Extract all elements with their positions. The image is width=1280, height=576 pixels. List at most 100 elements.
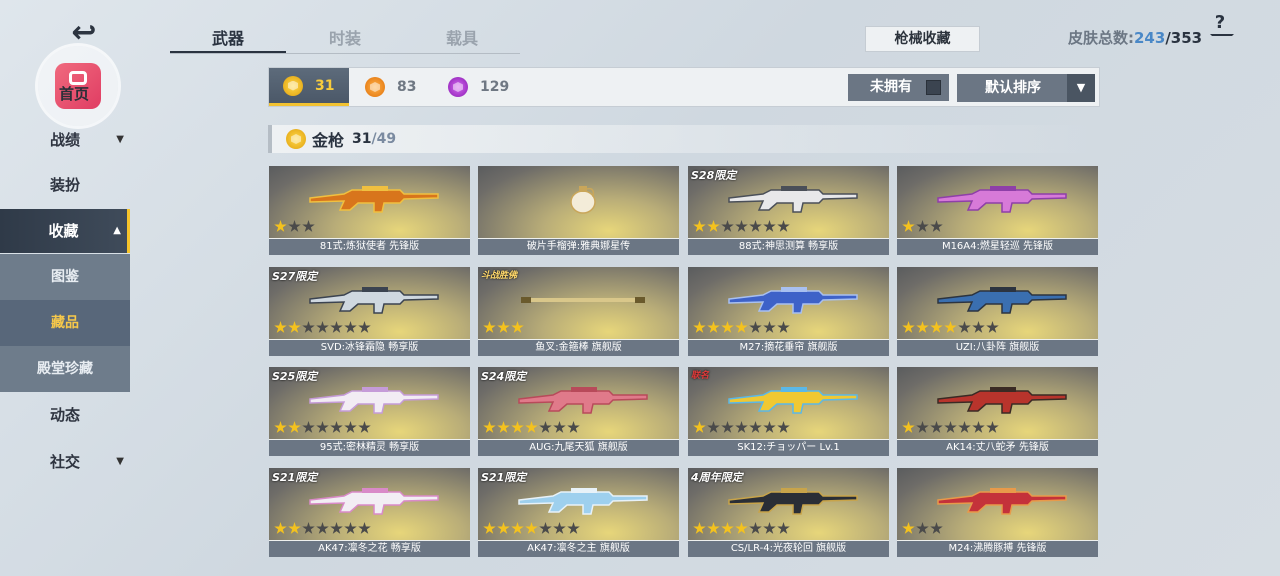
star-rating: [693, 321, 790, 335]
star-icon: [749, 321, 762, 333]
dropdown-arrow-icon[interactable]: ▼: [1067, 74, 1095, 102]
star-icon: [707, 421, 720, 433]
sidebar-item-label: 动态: [49, 406, 80, 424]
weapon-card[interactable]: 斗战胜佛 鱼叉:金箍棒 旗舰版: [478, 267, 679, 356]
weapon-name: AK14:丈八蛇矛 先锋版: [897, 440, 1098, 456]
weapon-name: M27:摘花垂帘 旗舰版: [688, 340, 889, 356]
star-icon: [735, 220, 748, 232]
checkbox[interactable]: [926, 80, 941, 95]
star-icon: [511, 321, 524, 333]
star-icon: [693, 321, 706, 333]
weapon-name: SK12:チョッパー Lv.1: [688, 440, 889, 456]
weapon-icon: [309, 287, 439, 314]
filter-purple[interactable]: 129: [434, 68, 524, 106]
star-icon: [511, 522, 524, 534]
help-icon[interactable]: ?: [1208, 12, 1232, 44]
star-icon: [944, 421, 957, 433]
weapon-card[interactable]: 破片手榴弹:雅典娜星传: [478, 166, 679, 255]
back-icon[interactable]: ↩: [60, 16, 108, 50]
weapon-card[interactable]: S27限定 SVD:冰锋霜隐 畅享版: [269, 267, 470, 356]
gun-collection-button[interactable]: 枪械收藏: [865, 26, 980, 52]
weapon-card[interactable]: S25限定 95式:密林精灵 畅享版: [269, 367, 470, 456]
chevron-up-icon: ▲: [113, 225, 121, 236]
star-icon: [344, 421, 357, 433]
tab-weapons[interactable]: 武器: [170, 24, 286, 54]
star-icon: [763, 522, 776, 534]
star-icon: [763, 421, 776, 433]
tab-vehicles[interactable]: 载具: [404, 24, 520, 54]
star-rating: [693, 421, 790, 435]
star-icon: [302, 321, 315, 333]
star-icon: [553, 522, 566, 534]
sidebar-subitem-catalog[interactable]: 图鉴: [0, 254, 130, 300]
season-tag: S24限定: [481, 370, 527, 383]
sidebar-item-label: 装扮: [49, 176, 80, 194]
star-icon: [707, 220, 720, 232]
weapon-name: 95式:密林精灵 畅享版: [269, 440, 470, 456]
weapon-card[interactable]: AK14:丈八蛇矛 先锋版: [897, 367, 1098, 456]
filter-count: 129: [480, 79, 510, 95]
tab-fashion[interactable]: 时装: [287, 24, 403, 54]
tab-divider: [170, 53, 520, 54]
star-icon: [567, 421, 580, 433]
sidebar-item-record[interactable]: 战绩 ▼: [0, 118, 130, 162]
filter-orange[interactable]: 83: [351, 68, 431, 106]
star-icon: [777, 522, 790, 534]
home-label[interactable]: 首页: [44, 83, 104, 104]
weapon-card[interactable]: 联名 SK12:チョッパー Lv.1: [688, 367, 889, 456]
weapon-name: AK47:凛冬之花 畅享版: [269, 541, 470, 557]
star-rating: [902, 220, 943, 234]
weapon-card[interactable]: 81式:炼狱使者 先锋版: [269, 166, 470, 255]
sidebar-item-feed[interactable]: 动态: [0, 393, 130, 437]
sidebar-item-label: 社交: [49, 453, 80, 471]
weapon-card[interactable]: S21限定 AK47:凛冬之花 畅享版: [269, 468, 470, 557]
star-icon: [316, 321, 329, 333]
weapon-card[interactable]: UZI:八卦阵 旗舰版: [897, 267, 1098, 356]
weapon-name: 88式:神思测算 畅享版: [688, 239, 889, 255]
season-tag: 4周年限定: [691, 471, 743, 484]
star-icon: [735, 321, 748, 333]
weapon-name: M24:沸腾豚搏 先锋版: [897, 541, 1098, 557]
star-icon: [525, 522, 538, 534]
sidebar-item-label: 战绩: [49, 131, 80, 149]
sidebar-item-outfit[interactable]: 装扮: [0, 163, 130, 207]
star-icon: [707, 522, 720, 534]
weapon-icon: [518, 488, 648, 515]
weapon-card[interactable]: S24限定 AUG:九尾天狐 旗舰版: [478, 367, 679, 456]
season-tag: S28限定: [691, 169, 737, 182]
star-icon: [930, 522, 943, 534]
season-tag: S21限定: [481, 471, 527, 484]
weapon-card[interactable]: M16A4:燃星轻巡 先锋版: [897, 166, 1098, 255]
sidebar-item-social[interactable]: 社交 ▼: [0, 440, 130, 484]
weapon-name: 81式:炼狱使者 先锋版: [269, 239, 470, 255]
weapon-icon: [570, 186, 596, 214]
star-rating: [274, 321, 371, 335]
star-icon: [274, 321, 287, 333]
weapon-card[interactable]: M27:摘花垂帘 旗舰版: [688, 267, 889, 356]
weapon-name: AK47:凛冬之主 旗舰版: [478, 541, 679, 557]
star-icon: [777, 321, 790, 333]
star-icon: [539, 522, 552, 534]
weapon-card[interactable]: M24:沸腾豚搏 先锋版: [897, 468, 1098, 557]
star-icon: [288, 421, 301, 433]
sidebar-subitem-hall[interactable]: 殿堂珍藏: [0, 346, 130, 392]
filter-gold[interactable]: 31: [269, 68, 349, 106]
weapon-card[interactable]: S28限定 88式:神思测算 畅享版: [688, 166, 889, 255]
sidebar-subitem-treasures[interactable]: 藏品: [0, 300, 130, 346]
category-tabs: 武器 时装 载具: [170, 24, 520, 54]
weapon-card[interactable]: S21限定 AK47:凛冬之主 旗舰版: [478, 468, 679, 557]
orange-gem-icon: [365, 77, 385, 97]
star-icon: [972, 421, 985, 433]
star-rating: [483, 421, 580, 435]
sort-dropdown[interactable]: 默认排序 ▼: [957, 74, 1095, 102]
star-rating: [483, 522, 580, 536]
star-rating: [902, 522, 943, 536]
weapon-icon: [728, 387, 858, 414]
sidebar-item-collection[interactable]: 收藏 ▲: [0, 209, 130, 253]
unowned-toggle[interactable]: 未拥有: [848, 74, 949, 101]
weapon-card[interactable]: 4周年限定 CS/LR-4:光夜轮回 旗舰版: [688, 468, 889, 557]
section-count: 31/49: [352, 131, 396, 147]
unowned-label: 未拥有: [870, 79, 912, 95]
star-icon: [497, 522, 510, 534]
star-icon: [916, 220, 929, 232]
